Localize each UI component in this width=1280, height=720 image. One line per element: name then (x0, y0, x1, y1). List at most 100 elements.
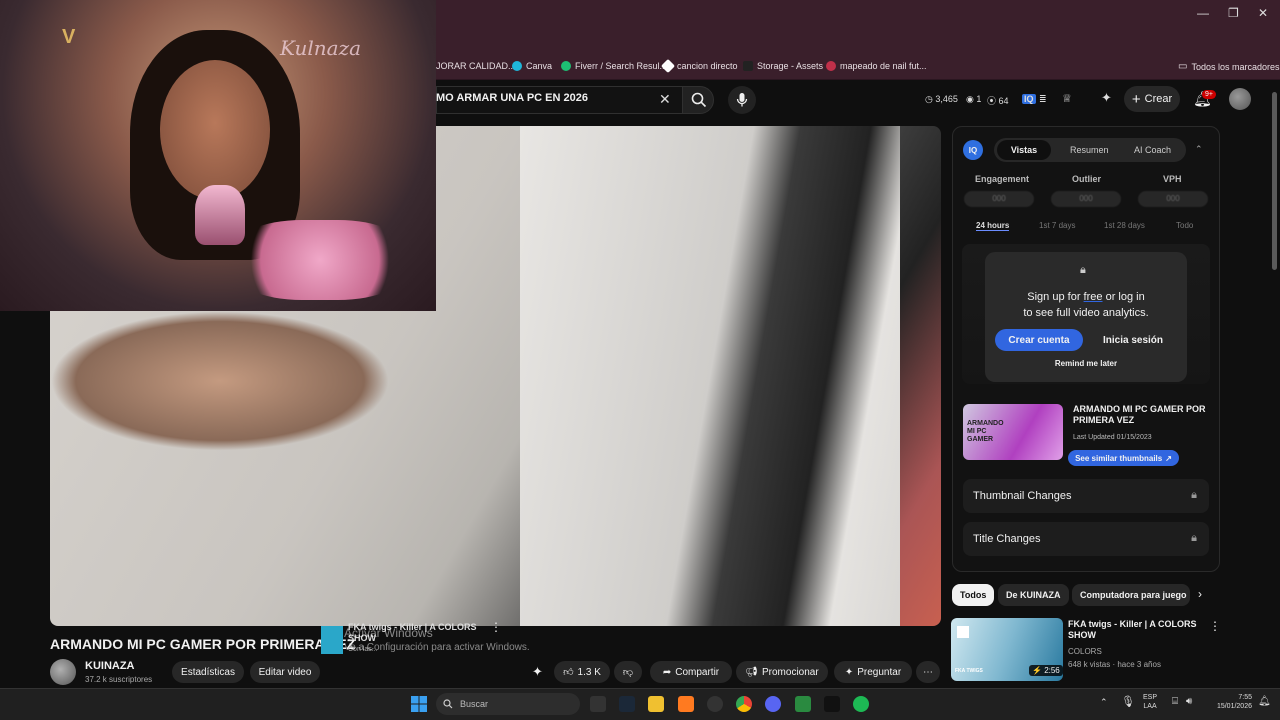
vidiq-icon[interactable]: IQ (1022, 94, 1036, 104)
like-button[interactable]: 👍︎ 1.3 K (554, 661, 610, 683)
edit-video-button[interactable]: Editar video (250, 661, 320, 683)
remind-later-link[interactable]: Remind me later (1040, 359, 1132, 368)
channel-name[interactable]: KUINAZA (85, 660, 135, 672)
list-icon[interactable]: ≣ (1039, 94, 1047, 105)
windows-start-icon[interactable] (411, 696, 427, 712)
obs-icon[interactable] (707, 696, 723, 712)
collapse-icon[interactable]: ⌃ (1195, 144, 1203, 155)
more-icon[interactable]: ⋮ (490, 620, 502, 634)
coin-icon: ⦿ (987, 96, 997, 106)
more-actions-button[interactable]: ⋯ (916, 661, 940, 683)
metric-vph: VPH (1163, 174, 1182, 184)
windows-watermark-subtitle: Ve a Configuración para activar Windows. (344, 642, 530, 653)
login-button[interactable]: Inicia sesión (1089, 329, 1177, 351)
volume-icon[interactable]: 🔊︎ (1186, 696, 1192, 707)
metric-engagement-value: 000 (964, 191, 1034, 207)
webcam-flowers (230, 220, 410, 300)
network-icon[interactable]: ⌸ (1172, 696, 1178, 707)
similar-thumbnails-button[interactable]: See similar thumbnails ↗ (1068, 450, 1179, 466)
notification-center-icon[interactable]: 🔔︎ (1258, 696, 1271, 707)
restore-icon[interactable]: ❐ (1228, 6, 1239, 20)
search-query[interactable]: MO ARMAR UNA PC EN 2026 (436, 92, 588, 104)
diamond-icon (660, 58, 676, 74)
video-frame-pc-case (520, 126, 900, 626)
fiverr-icon (561, 61, 571, 71)
external-link-icon: ↗ (1165, 453, 1172, 463)
free-link[interactable]: free (1084, 291, 1103, 303)
voice-search-button[interactable] (728, 86, 756, 114)
period-all[interactable]: Todo (1176, 221, 1193, 230)
storage-icon (743, 61, 753, 71)
channel-avatar[interactable] (50, 659, 76, 685)
recommendation-channel[interactable]: COLORS (1068, 647, 1102, 656)
megaphone-icon: 📢︎ (745, 666, 758, 678)
lock-icon: 🔒︎ (1080, 264, 1086, 276)
all-bookmarks[interactable]: ▭ Todos los marcadores (1178, 61, 1280, 72)
signup-message: Sign up for free or log in to see full v… (1023, 291, 1149, 319)
chevron-right-icon[interactable]: › (1198, 587, 1202, 601)
bookmark-item[interactable]: Storage - Assets (743, 61, 823, 71)
clear-search-icon[interactable]: ✕ (659, 91, 671, 108)
canva-icon (512, 61, 522, 71)
bookmark-item[interactable]: Fiverr / Search Resul... (561, 61, 667, 71)
bookmark-item[interactable]: Canva (512, 61, 552, 71)
last-updated: Last Updated 01/15/2023 (1073, 434, 1152, 441)
period-24h[interactable]: 24 hours (976, 221, 1010, 231)
steam-icon[interactable] (619, 696, 635, 712)
recommendation-title[interactable]: FKA twigs - Killer | A COLORS SHOW (1068, 619, 1198, 641)
create-button[interactable]: + Crear (1124, 86, 1180, 112)
notes-icon[interactable] (795, 696, 811, 712)
title-changes-row[interactable]: Title Changes 🔒︎ (963, 522, 1209, 556)
tab-resumen[interactable]: Resumen (1070, 145, 1109, 155)
chrome-icon[interactable] (736, 696, 752, 712)
bookmark-item[interactable]: cancion directo (660, 58, 738, 74)
thumbnail-changes-row[interactable]: Thumbnail Changes 🔒︎ (963, 479, 1209, 513)
eye-stat: ◉ 1 (966, 94, 982, 104)
taskbar-search[interactable]: Buscar (436, 693, 580, 715)
chevron-up-icon[interactable]: ⌃ (1100, 697, 1108, 708)
ask-button[interactable]: ✦ Preguntar (834, 661, 912, 683)
language-indicator[interactable]: ESP LAA (1143, 693, 1157, 711)
search-icon (443, 699, 453, 709)
scrollbar-thumb[interactable] (1272, 92, 1277, 270)
metric-outlier: Outlier (1072, 174, 1102, 184)
spotify-icon[interactable] (853, 696, 869, 712)
clock[interactable]: 7:55 15/01/2026 (1206, 693, 1252, 711)
share-icon: ➦ (662, 666, 672, 678)
more-icon[interactable]: ⋮ (1209, 619, 1221, 633)
bookmark-item[interactable]: mapeado de nail fut... (826, 61, 927, 71)
period-28d[interactable]: 1st 28 days (1104, 221, 1145, 230)
chip-channel[interactable]: De KUINAZA (998, 584, 1069, 606)
bookmark-item[interactable]: JORAR CALIDAD... (436, 61, 516, 71)
chip-todos[interactable]: Todos (952, 584, 995, 606)
trophy-icon[interactable]: ♕ (1062, 92, 1072, 105)
chip-computadora[interactable]: Computadora para juego (1072, 584, 1190, 606)
notification-badge: 9+ (1202, 90, 1216, 99)
stats-button[interactable]: Estadísticas (172, 661, 244, 683)
tab-vistas[interactable]: Vistas (997, 140, 1051, 160)
bookmark-dot-icon (826, 61, 836, 71)
close-window-icon[interactable]: ✕ (1258, 6, 1268, 20)
coins-stat: ⦿ 64 (987, 96, 1009, 106)
endscreen-thumb[interactable] (321, 626, 343, 654)
discord-icon[interactable] (765, 696, 781, 712)
create-account-button[interactable]: Crear cuenta (995, 329, 1083, 351)
file-explorer-icon[interactable] (648, 696, 664, 712)
promote-button[interactable]: 📢︎ Promocionar (736, 661, 828, 683)
app-orange-icon[interactable] (678, 696, 694, 712)
dislike-button[interactable]: 👎︎ (614, 661, 642, 683)
minimize-icon[interactable]: — (1197, 6, 1209, 20)
tab-ai-coach[interactable]: AI Coach (1134, 145, 1171, 155)
capcut-icon[interactable] (824, 696, 840, 712)
avatar[interactable] (1229, 88, 1251, 110)
search-button[interactable] (682, 86, 714, 114)
mic-tray-icon[interactable]: 🎙︎ (1121, 695, 1135, 708)
period-7d[interactable]: 1st 7 days (1039, 221, 1075, 230)
vidiq-logo-icon: IQ (963, 140, 983, 160)
plus-icon: + (1131, 90, 1141, 108)
task-view-icon[interactable] (590, 696, 606, 712)
gamepad-icon[interactable]: ✦ (532, 664, 543, 680)
gamepad-icon[interactable]: ✦ (1101, 90, 1112, 106)
webcam-overlay: Kulnaza V (0, 0, 436, 311)
share-button[interactable]: ➦ Compartir (650, 661, 732, 683)
